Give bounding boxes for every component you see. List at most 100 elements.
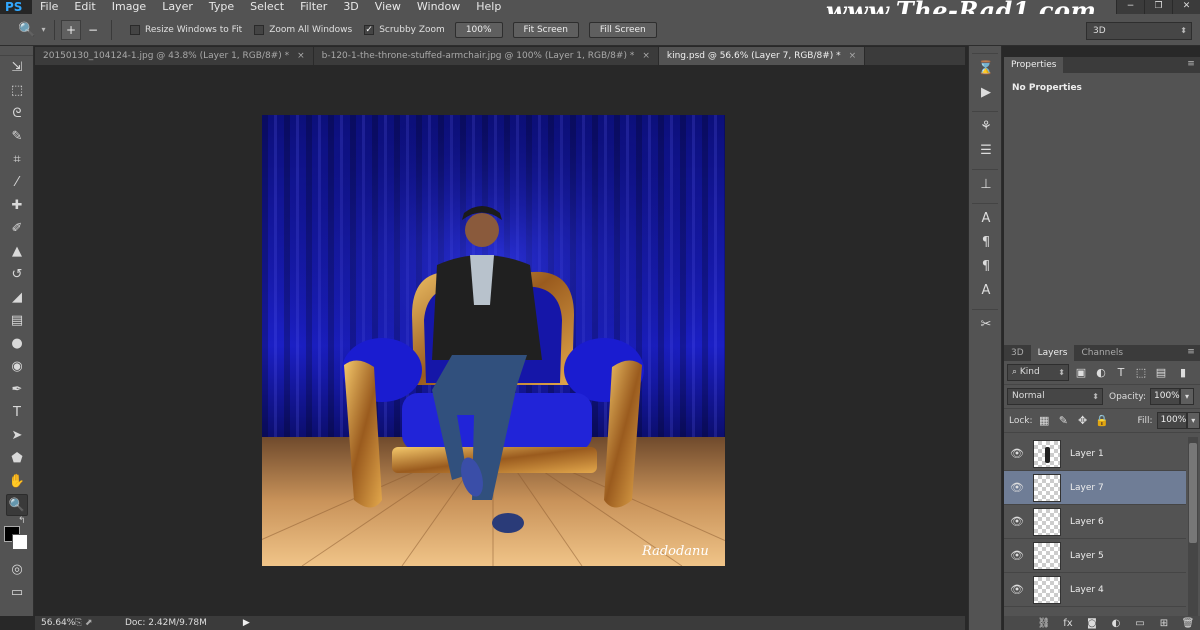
workspace-select[interactable]: 3D ⬍ (1086, 22, 1192, 40)
dodge-tool-icon[interactable]: ◉ (6, 356, 28, 378)
tool-preset-picker[interactable]: 🔍 ▾ (0, 19, 48, 41)
visibility-eye-icon[interactable]: 👁 (1004, 583, 1030, 596)
menu-view[interactable]: View (367, 0, 409, 14)
close-icon[interactable]: × (849, 47, 857, 65)
stamp-tool-icon[interactable]: ▲ (6, 241, 28, 263)
fill-dropdown-icon[interactable]: ▾ (1186, 412, 1200, 429)
resize-windows-checkbox[interactable]: Resize Windows to Fit (130, 24, 242, 35)
panel-menu-icon[interactable]: ≡ (1182, 345, 1200, 361)
opacity-dropdown-icon[interactable]: ▾ (1180, 388, 1194, 405)
close-icon[interactable]: × (642, 47, 650, 65)
blur-tool-icon[interactable]: ● (6, 333, 28, 355)
add-mask-icon[interactable]: ◙ (1080, 618, 1104, 629)
lock-pixels-icon[interactable]: ✎ (1056, 414, 1071, 427)
scrubby-zoom-checkbox[interactable]: ✓ Scrubby Zoom (364, 24, 445, 35)
character-styles-icon[interactable]: A (975, 280, 997, 302)
background-color[interactable] (12, 534, 28, 550)
eyedropper-tool-icon[interactable]: ⁄ (6, 172, 28, 194)
close-icon[interactable]: × (297, 47, 305, 65)
filter-type-icon[interactable]: T (1113, 366, 1129, 379)
panel-grip[interactable] (0, 46, 33, 56)
lock-transparency-icon[interactable]: ▦ (1037, 414, 1052, 427)
menu-window[interactable]: Window (409, 0, 468, 14)
adjustments-icon[interactable]: ⚘ (975, 116, 997, 138)
fill-screen-button[interactable]: Fill Screen (588, 21, 657, 38)
zoom-level[interactable]: 56.64% (35, 618, 75, 628)
close-button[interactable]: ✕ (1172, 0, 1200, 14)
filter-toggle-icon[interactable]: ▮ (1175, 366, 1191, 379)
character-icon[interactable]: A (975, 208, 997, 230)
layer-row[interactable]: 👁 Layer 7 (1004, 471, 1186, 505)
filter-kind-select[interactable]: ⌕ Kind ⬍ (1007, 364, 1069, 381)
new-group-icon[interactable]: ▭ (1128, 618, 1152, 629)
zoom-all-windows-checkbox[interactable]: Zoom All Windows (254, 24, 352, 35)
panel-grip[interactable] (972, 46, 998, 54)
tab-layers[interactable]: Layers (1030, 345, 1075, 361)
scrollbar-thumb[interactable] (1189, 443, 1197, 543)
tab-channels[interactable]: Channels (1074, 345, 1130, 361)
layer-row[interactable]: 👁 Layer 6 (1004, 505, 1186, 539)
screen-mode-icon[interactable]: ▭ (6, 582, 28, 604)
filter-adjustment-icon[interactable]: ◐ (1093, 366, 1109, 379)
marquee-tool-icon[interactable]: ⬚ (6, 80, 28, 102)
link-layers-icon[interactable]: ⛓ (1032, 618, 1056, 629)
menu-type[interactable]: Type (201, 0, 242, 14)
new-layer-icon[interactable]: ⊞ (1152, 618, 1176, 629)
menu-layer[interactable]: Layer (154, 0, 201, 14)
menu-select[interactable]: Select (242, 0, 292, 14)
stamp-icon[interactable]: ⊥ (975, 174, 997, 196)
menu-image[interactable]: Image (104, 0, 154, 14)
layer-style-icon[interactable]: fx (1056, 618, 1080, 629)
menu-edit[interactable]: Edit (66, 0, 103, 14)
tab-armchair-jpg[interactable]: b-120-1-the-throne-stuffed-armchair.jpg … (314, 47, 659, 65)
gradient-tool-icon[interactable]: ▤ (6, 310, 28, 332)
tab-king-psd[interactable]: king.psd @ 56.6% (Layer 7, RGB/8#) * × (658, 47, 866, 65)
zoom-100-button[interactable]: 100% (454, 21, 503, 38)
swap-colors-icon[interactable]: ↰ (18, 516, 26, 526)
fill-input[interactable]: 100% (1156, 412, 1187, 429)
zoom-tool-icon[interactable]: 🔍 (6, 494, 28, 516)
filter-smart-object-icon[interactable]: ▤ (1153, 366, 1169, 379)
fit-screen-button[interactable]: Fit Screen (512, 21, 579, 38)
tab-properties[interactable]: Properties (1004, 57, 1064, 73)
hand-tool-icon[interactable]: ✋ (6, 471, 28, 493)
type-tool-icon[interactable]: T (6, 402, 28, 424)
opacity-input[interactable]: 100% (1150, 388, 1180, 405)
menu-filter[interactable]: Filter (292, 0, 335, 14)
visibility-eye-icon[interactable]: 👁 (1004, 447, 1030, 460)
tab-3d[interactable]: 3D (1004, 345, 1031, 361)
minimize-button[interactable]: − (1116, 0, 1144, 14)
visibility-eye-icon[interactable]: 👁 (1004, 549, 1030, 562)
delete-layer-icon[interactable]: 🗑 (1176, 618, 1200, 629)
panel-menu-icon[interactable]: ≡ (1182, 57, 1200, 73)
status-export-icon[interactable]: ⎘ ⬈ (75, 618, 103, 628)
healing-tool-icon[interactable]: ✚ (6, 195, 28, 217)
visibility-eye-icon[interactable]: 👁 (1004, 515, 1030, 528)
paragraph-styles-icon[interactable]: ¶ (975, 256, 997, 278)
actions-play-icon[interactable]: ▶ (975, 82, 997, 104)
layer-row[interactable]: 👁 Layer 1 (1004, 437, 1186, 471)
blend-mode-select[interactable]: Normal ⬍ (1007, 388, 1103, 405)
history-icon[interactable]: ⌛ (975, 58, 997, 80)
quick-select-tool-icon[interactable]: ✎ (6, 126, 28, 148)
eraser-tool-icon[interactable]: ◢ (6, 287, 28, 309)
layer-row[interactable]: 👁 Layer 5 (1004, 539, 1186, 573)
paragraph-icon[interactable]: ¶ (975, 232, 997, 254)
move-tool-icon[interactable]: ⇲ (6, 57, 28, 79)
menu-file[interactable]: File (32, 0, 66, 14)
layer-row[interactable]: 👁 Layer 4 (1004, 573, 1186, 607)
lock-position-icon[interactable]: ✥ (1075, 414, 1090, 427)
layers-scrollbar[interactable] (1188, 437, 1198, 619)
status-menu-arrow-icon[interactable]: ▶ (243, 618, 250, 628)
zoom-in-button[interactable]: + (61, 19, 81, 40)
tool-presets-icon[interactable]: ✂ (975, 314, 997, 336)
restore-button[interactable]: ❐ (1144, 0, 1172, 14)
brush-tool-icon[interactable]: ✐ (6, 218, 28, 240)
filter-shape-icon[interactable]: ⬚ (1133, 366, 1149, 379)
document-artwork[interactable]: Radodanu (262, 115, 725, 566)
pen-tool-icon[interactable]: ✒ (6, 379, 28, 401)
menu-help[interactable]: Help (468, 0, 509, 14)
lasso-tool-icon[interactable]: ᘓ (6, 103, 28, 125)
visibility-eye-icon[interactable]: 👁 (1004, 481, 1030, 494)
menu-3d[interactable]: 3D (335, 0, 366, 14)
